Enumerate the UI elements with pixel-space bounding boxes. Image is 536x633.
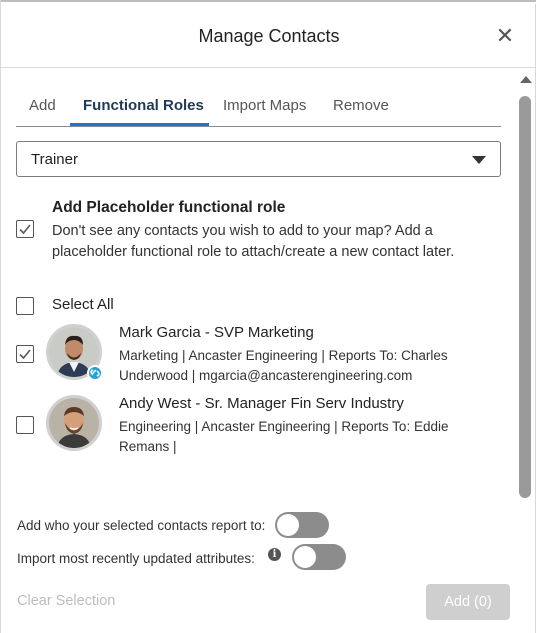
functional-role-select-value: Trainer [31,151,78,168]
tab-remove[interactable]: Remove [333,97,389,114]
tab-import-maps[interactable]: Import Maps [223,97,306,114]
import-attributes-label: Import most recently updated attributes: [17,551,255,566]
tab-add[interactable]: Add [29,97,56,114]
clear-selection-link[interactable]: Clear Selection [17,593,115,609]
toggle-knob [277,514,299,536]
contact-checkbox[interactable] [16,345,34,363]
contact-details: Marketing | Ancaster Engineering | Repor… [119,348,448,383]
select-all-label: Select All [52,296,114,313]
active-tab-indicator [70,123,209,126]
contact-details: Engineering | Ancaster Engineering | Rep… [119,419,449,454]
report-to-toggle[interactable] [275,512,329,538]
scrollbar[interactable] [518,70,532,500]
link-badge-icon [87,365,103,381]
close-icon[interactable]: ✕ [495,25,515,47]
add-button[interactable]: Add (0) [426,584,510,620]
contact-checkbox[interactable] [16,416,34,434]
info-icon[interactable]: i [268,548,281,561]
modal-title: Manage Contacts [198,26,340,46]
functional-role-select[interactable]: Trainer [16,141,501,177]
checkmark-icon [19,224,31,235]
scrollbar-thumb[interactable] [519,96,531,498]
select-all-checkbox[interactable] [16,297,34,315]
placeholder-description: Don't see any contacts you wish to add t… [52,223,455,260]
contact-name: Andy West - Sr. Manager Fin Serv Industr… [119,395,404,412]
checkmark-icon [19,349,31,360]
contact-name: Mark Garcia - SVP Marketing [119,324,314,341]
report-to-label: Add who your selected contacts report to… [17,518,266,533]
scroll-up-arrow-icon[interactable] [520,76,532,83]
placeholder-title: Add Placeholder functional role [52,199,286,216]
placeholder-checkbox[interactable] [16,220,34,238]
tab-bar: Add Functional Roles Import Maps Remove [16,94,501,127]
tab-functional-roles[interactable]: Functional Roles [83,97,204,114]
manage-contacts-modal: Manage Contacts ✕ Add Functional Roles I… [0,0,536,633]
modal-header: Manage Contacts ✕ [1,4,536,68]
chevron-down-icon [472,156,486,164]
avatar [46,395,102,451]
toggle-knob [294,546,316,568]
import-attributes-toggle[interactable] [292,544,346,570]
